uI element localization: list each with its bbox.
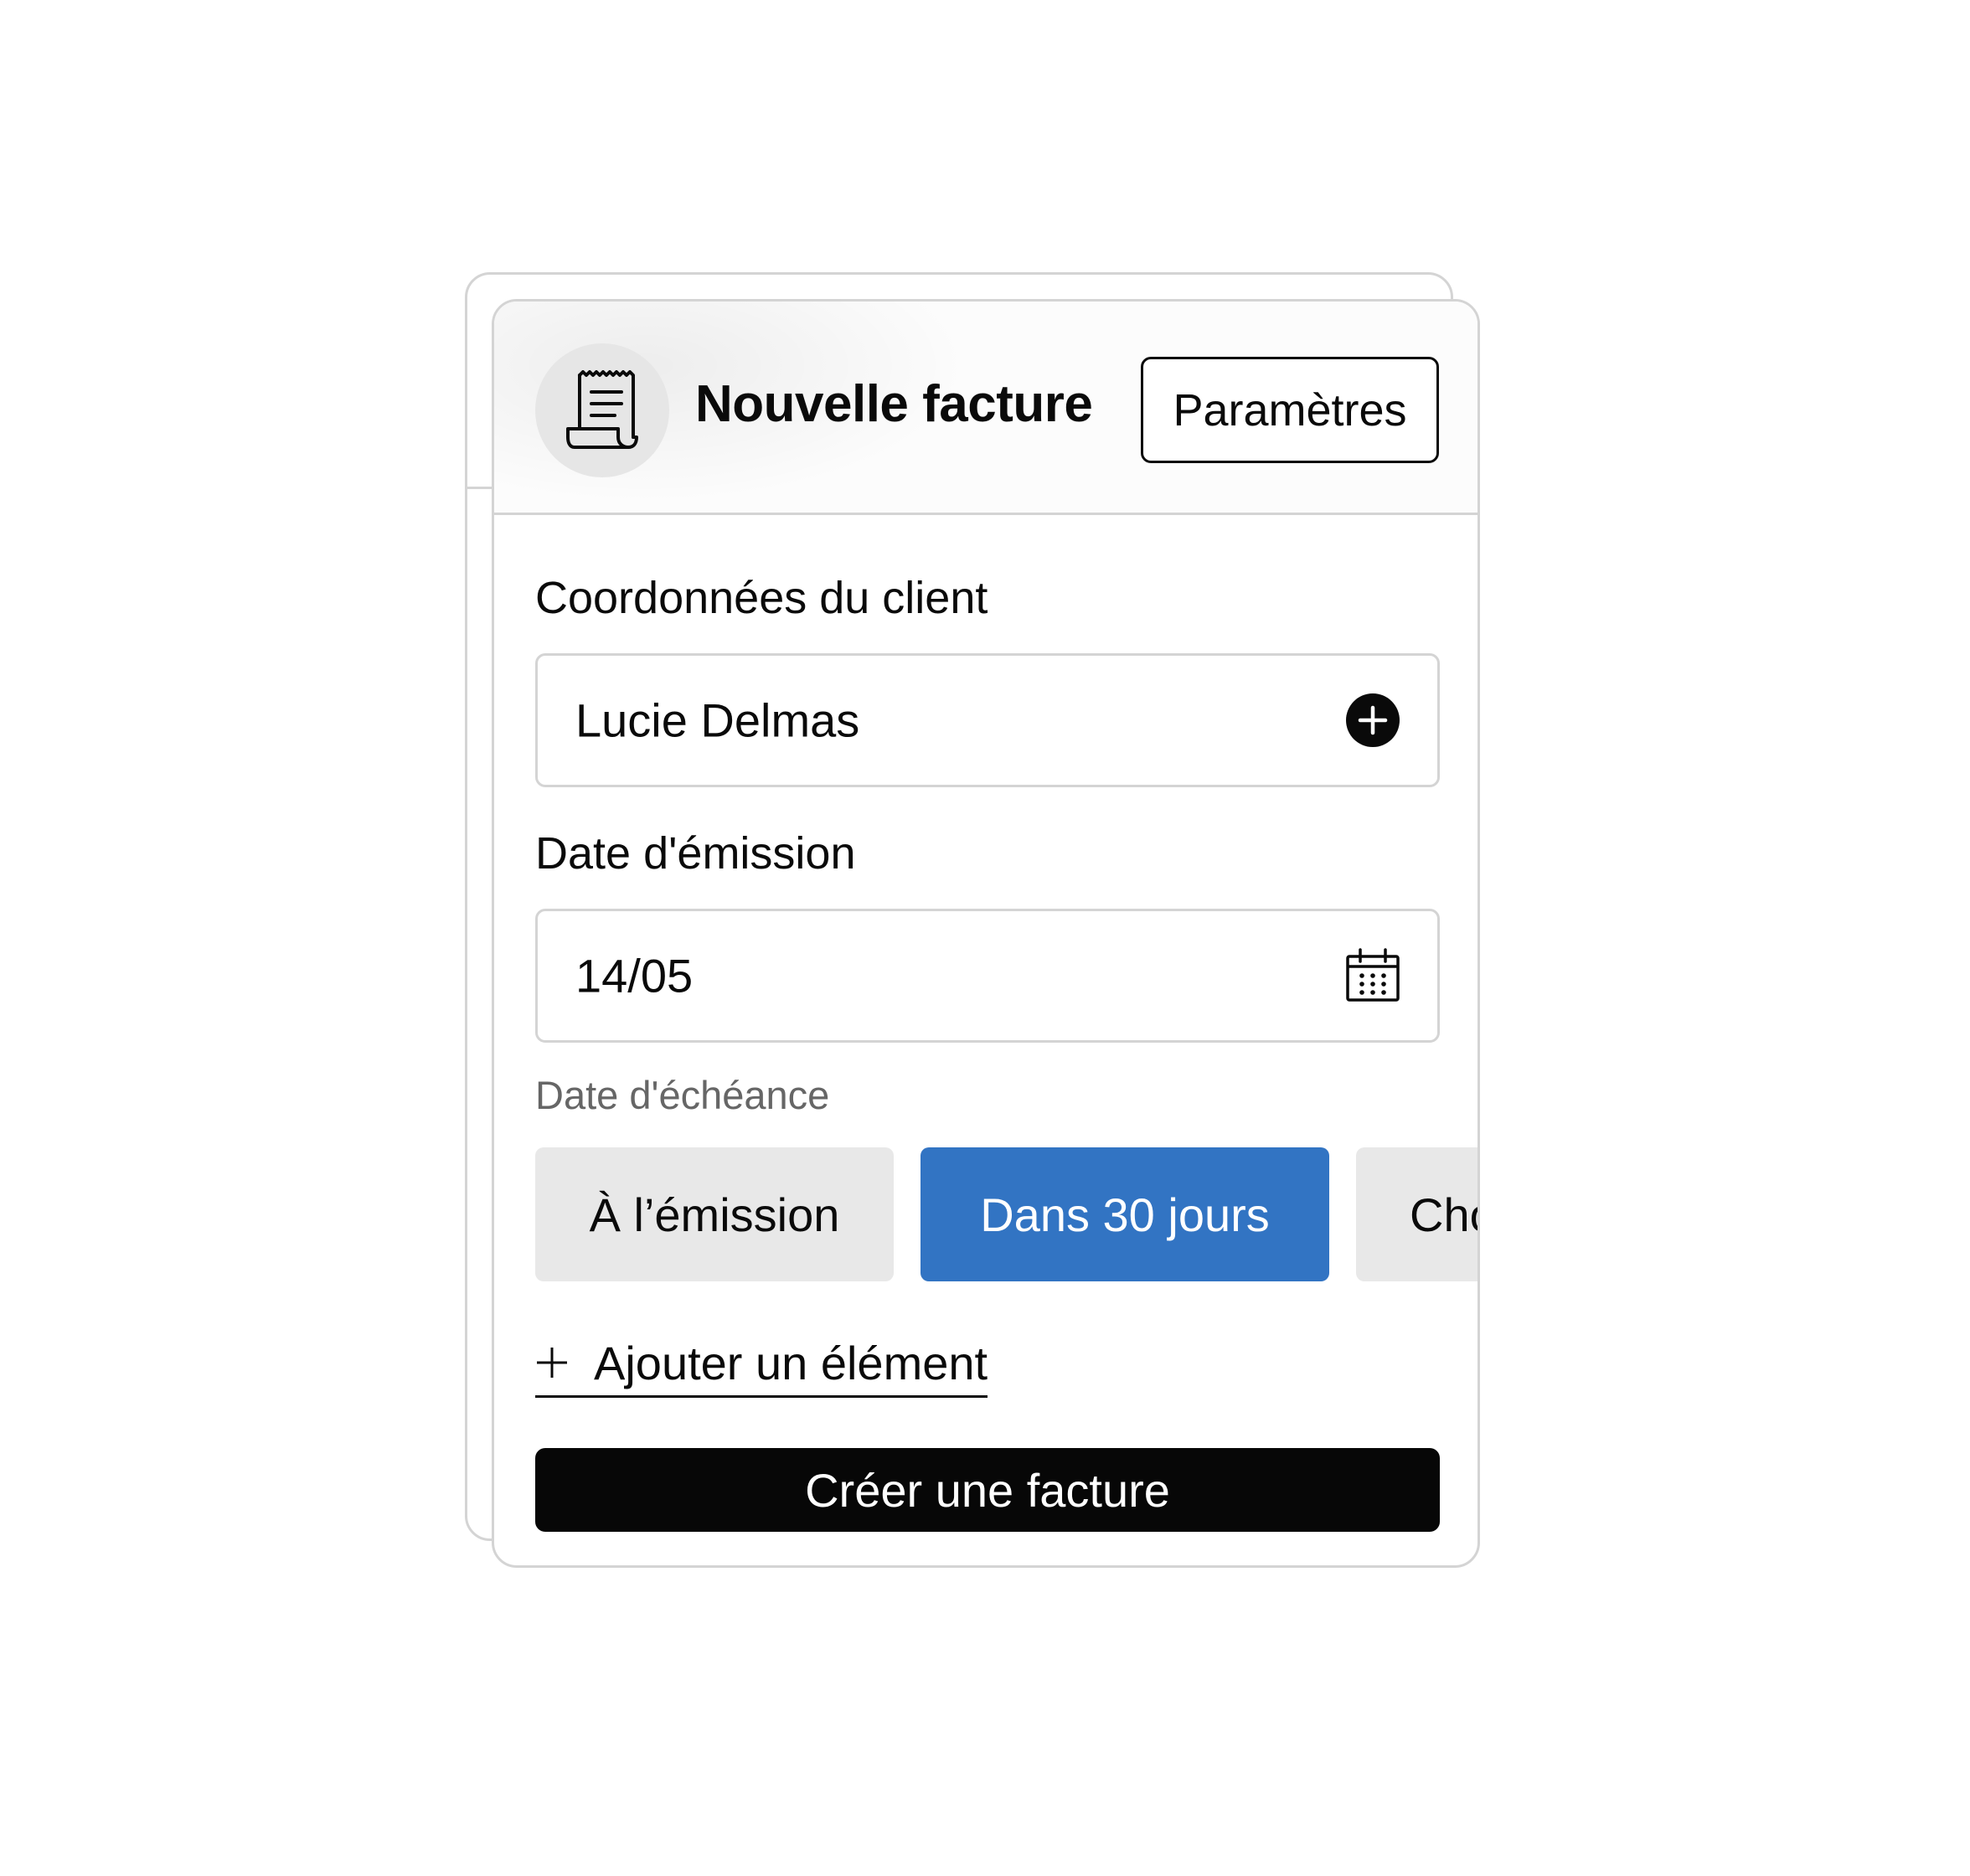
due-option-on-issue[interactable]: À l’émission: [535, 1147, 894, 1281]
due-date-label: Date d'échéance: [535, 1073, 830, 1117]
plus-icon: [535, 1346, 569, 1379]
page-title: Nouvelle facture: [695, 375, 1093, 433]
settings-button[interactable]: Paramètres: [1141, 357, 1439, 463]
client-field[interactable]: Lucie Delmas: [535, 653, 1440, 787]
client-label: Coordonnées du client: [535, 573, 988, 623]
invoice-card: Nouvelle facture Paramètres Coordonnées …: [492, 299, 1480, 1568]
add-item-link[interactable]: Ajouter un élément: [535, 1333, 988, 1398]
issue-date-label: Date d'émission: [535, 828, 856, 879]
add-item-label: Ajouter un élément: [594, 1336, 988, 1389]
issue-date-field[interactable]: 14/05: [535, 909, 1440, 1043]
client-value: Lucie Delmas: [575, 693, 860, 747]
due-option-30-days[interactable]: Dans 30 jours: [921, 1147, 1329, 1281]
create-invoice-button[interactable]: Créer une facture: [535, 1448, 1440, 1532]
receipt-icon: [535, 343, 669, 477]
due-option-custom[interactable]: Cho: [1356, 1147, 1478, 1281]
card-header: Nouvelle facture Paramètres: [494, 302, 1478, 515]
calendar-icon[interactable]: [1345, 948, 1400, 1003]
issue-date-value: 14/05: [575, 949, 694, 1002]
add-circle-icon[interactable]: [1345, 693, 1400, 748]
